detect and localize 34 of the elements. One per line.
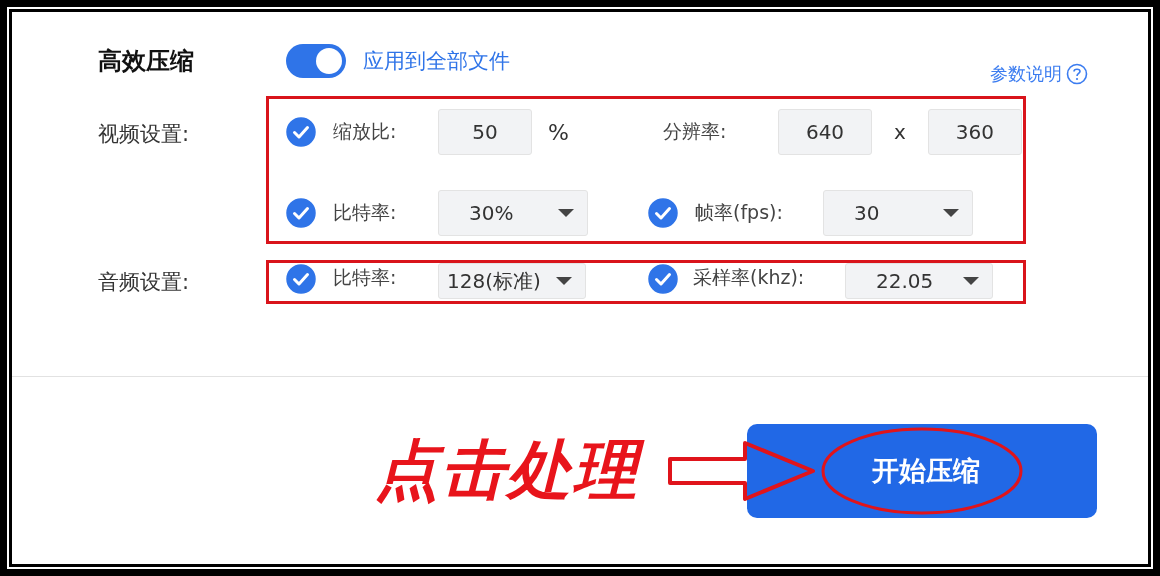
- annotation-text: 点击处理: [369, 429, 657, 513]
- caret-icon: [557, 208, 575, 218]
- toggle-switch[interactable]: [286, 44, 346, 78]
- input-field[interactable]: 640: [778, 109, 872, 155]
- start-button[interactable]: 开始压缩: [747, 424, 1097, 518]
- field-label: 缩放比:: [333, 119, 398, 144]
- dropdown[interactable]: 30: [823, 190, 973, 236]
- field-label: 分辨率:: [663, 119, 728, 144]
- checkbox[interactable]: [286, 264, 316, 294]
- dropdown[interactable]: 128(标准): [438, 263, 586, 299]
- input-field[interactable]: 50: [438, 109, 532, 155]
- checkbox[interactable]: [286, 198, 316, 228]
- checkbox[interactable]: [648, 264, 678, 294]
- dropdown[interactable]: 22.05: [845, 263, 993, 299]
- field-label: 比特率:: [333, 200, 398, 225]
- checkbox[interactable]: [286, 117, 316, 147]
- field-label: 采样率(khz):: [693, 265, 806, 290]
- section-title: 高效压缩: [98, 46, 195, 77]
- caret-icon: [555, 276, 573, 286]
- field-label: 比特率:: [333, 265, 398, 290]
- caret-icon: [942, 208, 960, 218]
- section-label: 视频设置:: [98, 121, 191, 148]
- toggle-label: 应用到全部文件: [363, 48, 510, 75]
- help-icon[interactable]: [1066, 63, 1088, 85]
- arrow-icon: [667, 439, 817, 503]
- section-label: 音频设置:: [98, 269, 191, 296]
- dropdown[interactable]: 30%: [438, 190, 588, 236]
- help-link[interactable]: 参数说明: [990, 62, 1062, 86]
- caret-icon: [962, 276, 980, 286]
- separator-label: x: [894, 120, 906, 144]
- checkbox[interactable]: [648, 198, 678, 228]
- field-label: 帧率(fps):: [695, 200, 784, 225]
- unit-label: %: [548, 119, 569, 145]
- input-field[interactable]: 360: [927, 109, 1022, 155]
